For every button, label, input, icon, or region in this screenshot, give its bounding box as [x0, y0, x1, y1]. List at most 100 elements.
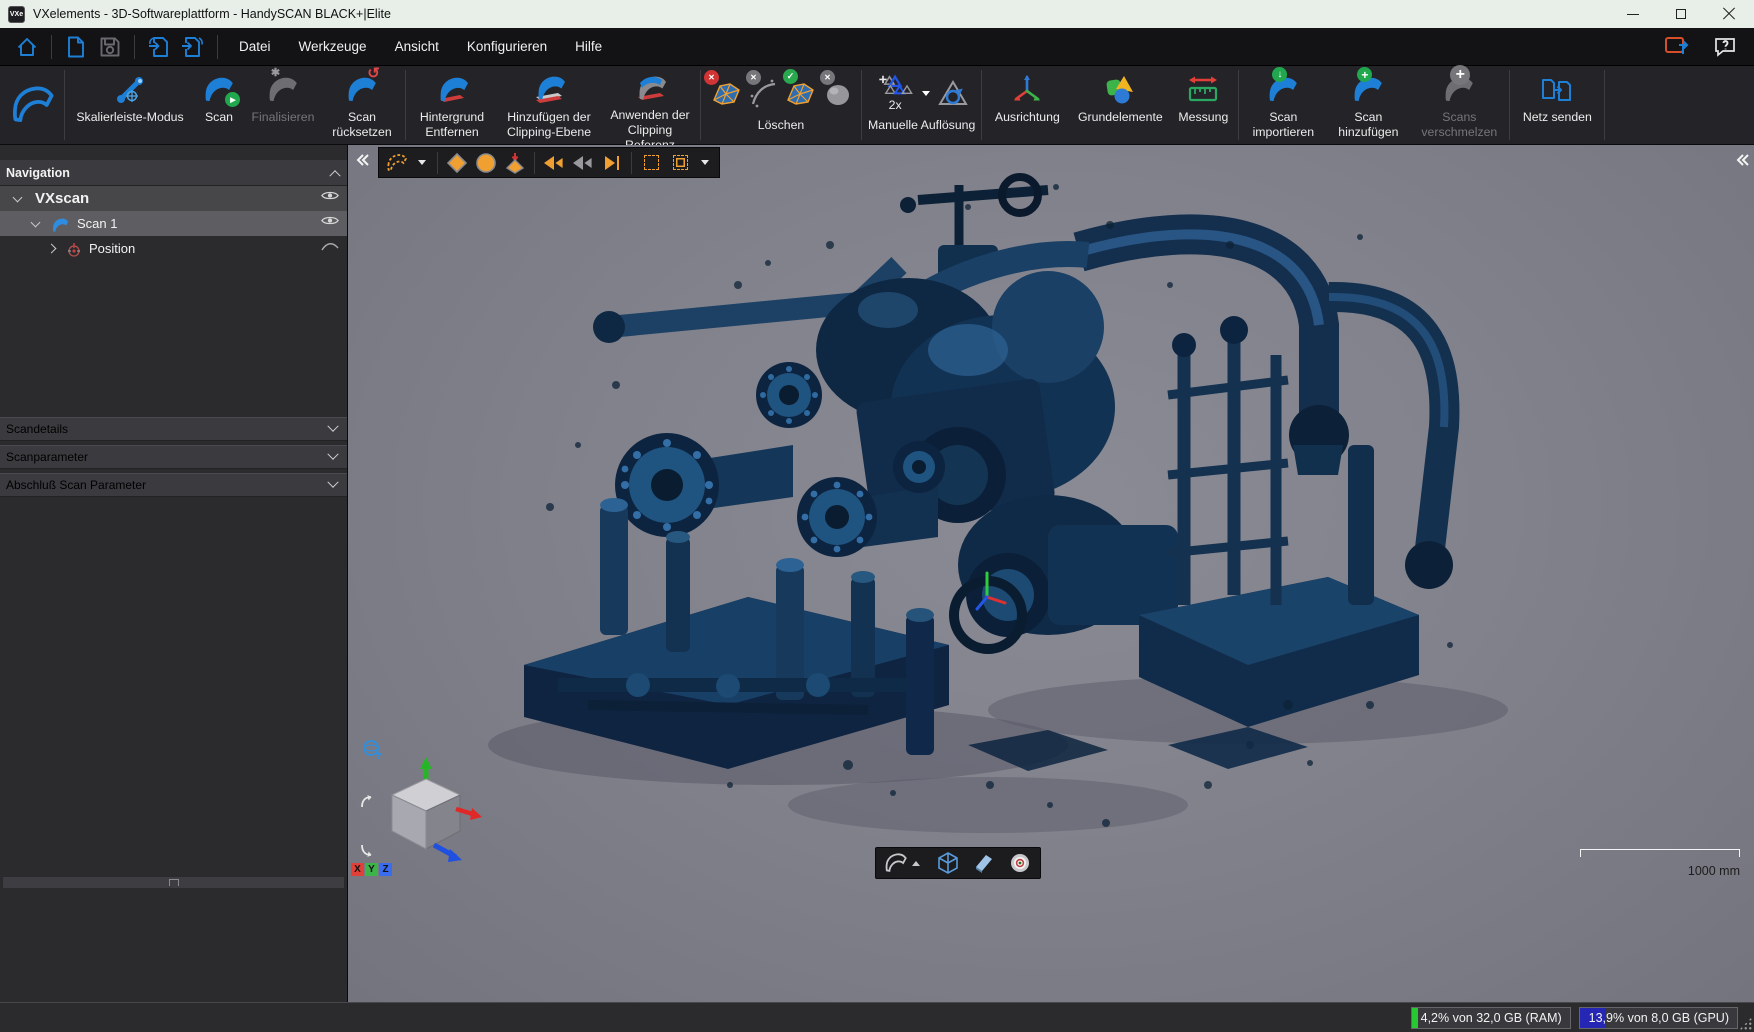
more-options-caret[interactable] — [701, 160, 709, 165]
rotate-cw-icon[interactable] — [358, 793, 376, 815]
step-back-alt-icon[interactable] — [571, 151, 595, 175]
tree-item-position[interactable]: Position — [0, 236, 347, 261]
bounding-box-icon[interactable] — [936, 851, 960, 875]
section-scandetails[interactable]: Scandetails — [0, 417, 347, 441]
apply-clipping-reference-icon — [632, 71, 668, 107]
rotation-center-help-icon[interactable]: ? — [362, 739, 382, 759]
resolution-value: 2x — [889, 98, 902, 113]
eye-icon[interactable] — [321, 190, 339, 201]
netz-senden-button[interactable]: Netz senden — [1512, 66, 1602, 144]
axis-y-label: Y — [365, 863, 378, 876]
section-abschluss-scan-parameter[interactable]: Abschluß Scan Parameter — [0, 473, 347, 497]
export-session-icon[interactable] — [180, 34, 206, 60]
divider — [861, 70, 862, 140]
position-target-icon — [66, 239, 82, 258]
scan-hinzufuegen-button[interactable]: Scan hinzufügen — [1325, 66, 1411, 144]
collapse-left-panel-icon[interactable] — [356, 153, 370, 167]
scan-ruecksetzen-button[interactable]: Scan rücksetzen — [321, 66, 403, 144]
scan-add-icon — [1351, 71, 1385, 109]
divider — [217, 35, 218, 59]
clipping-plane-display-icon[interactable] — [972, 851, 996, 875]
3d-viewport[interactable]: ? — [348, 145, 1754, 1002]
display-dropdown-caret[interactable] — [912, 861, 920, 866]
navigation-cube[interactable] — [376, 757, 484, 873]
chevron-down-icon[interactable] — [327, 421, 338, 432]
step-forward-icon[interactable] — [600, 151, 624, 175]
skalierleiste-modus-button[interactable]: Skalierleiste-Modus — [67, 66, 193, 144]
measurement-ruler-icon — [1185, 71, 1221, 109]
close-button[interactable] — [1722, 7, 1736, 21]
scan-model[interactable] — [348, 145, 1754, 1002]
eye-icon[interactable] — [321, 215, 339, 226]
horizontal-scrollbar[interactable] — [2, 876, 345, 889]
grundelemente-button[interactable]: Grundelemente — [1070, 66, 1170, 144]
navigation-header[interactable]: Navigation — [0, 160, 347, 186]
target-project-icon[interactable] — [503, 151, 527, 175]
scan-button[interactable]: Scan — [193, 66, 245, 144]
scan-mesh-display-icon[interactable] — [884, 851, 924, 875]
menu-werkzeuge[interactable]: Werkzeuge — [285, 28, 381, 65]
maximize-button[interactable] — [1674, 7, 1688, 21]
messung-button[interactable]: Messung — [1170, 66, 1236, 144]
section-scanparameter[interactable]: Scanparameter — [0, 445, 347, 469]
loeschen-group: Löschen — [703, 66, 859, 144]
divider — [134, 35, 135, 59]
chevron-down-icon[interactable] — [327, 449, 338, 460]
rotate-ccw-icon[interactable] — [358, 837, 376, 859]
clipping-referenz-button[interactable]: Anwenden der Clipping Referenz — [602, 66, 698, 144]
ausrichtung-button[interactable]: Ausrichtung — [984, 66, 1070, 144]
tree-item-scan1[interactable]: Scan 1 — [0, 211, 347, 236]
chevron-down-icon[interactable] — [327, 477, 338, 488]
window-title: VXelements - 3D-Softwareplattform - Hand… — [33, 7, 391, 21]
tree-item-vxscan[interactable]: VXscan — [0, 186, 347, 211]
menu-datei[interactable]: Datei — [225, 28, 285, 65]
titlebar[interactable]: VXe VXelements - 3D-Softwareplattform - … — [0, 0, 1754, 28]
menu-hilfe[interactable]: Hilfe — [561, 28, 616, 65]
surface-visibility-icon[interactable] — [385, 151, 409, 175]
ram-usage-label: 4,2% von 32,0 GB (RAM) — [1412, 1011, 1562, 1025]
hintergrund-entfernen-button[interactable]: Hintergrund Entfernen — [408, 66, 496, 144]
scans-merge-icon — [1442, 71, 1476, 109]
collapse-right-panel-icon[interactable] — [1736, 153, 1750, 167]
resolution-dropdown-caret[interactable] — [922, 91, 930, 96]
divider — [1604, 70, 1605, 140]
curve-icon[interactable] — [321, 240, 339, 252]
keep-mesh-selection-icon[interactable] — [781, 73, 818, 113]
send-mesh-icon — [1539, 71, 1575, 109]
delete-sphere-icon[interactable] — [818, 73, 855, 113]
visibility-dropdown-caret[interactable] — [418, 160, 426, 165]
retriangulate-icon[interactable] — [934, 73, 971, 113]
import-session-icon[interactable] — [146, 34, 172, 60]
new-document-icon[interactable] — [63, 34, 89, 60]
chevron-right-icon[interactable] — [47, 244, 57, 254]
scan-importieren-button[interactable]: Scan importieren — [1241, 66, 1325, 144]
delete-mesh-selection-icon[interactable] — [707, 73, 744, 113]
remove-background-icon — [434, 71, 470, 109]
scrollbar-grip[interactable] — [169, 879, 179, 886]
minimize-button[interactable] — [1626, 7, 1640, 21]
delete-curve-icon[interactable] — [744, 73, 781, 113]
clipping-ebene-button[interactable]: Hinzufügen der Clipping-Ebene — [496, 66, 602, 144]
collapse-up-icon[interactable] — [329, 170, 340, 181]
save-icon[interactable] — [97, 34, 123, 60]
divider — [631, 152, 632, 174]
screenshot-export-icon[interactable] — [1664, 34, 1690, 60]
frame-selection-icon[interactable] — [639, 151, 663, 175]
menu-konfigurieren[interactable]: Konfigurieren — [453, 28, 561, 65]
frame-all-icon[interactable] — [668, 151, 692, 175]
target-diamond-icon[interactable] — [445, 151, 469, 175]
loeschen-group-label: Löschen — [758, 118, 805, 132]
resolution-triangles-icon[interactable]: 2x — [872, 73, 918, 113]
step-back-icon[interactable] — [542, 151, 566, 175]
target-circle-icon[interactable] — [474, 151, 498, 175]
menu-ansicht[interactable]: Ansicht — [381, 28, 453, 65]
help-bubble-icon[interactable] — [1712, 34, 1738, 60]
gpu-usage-label: 13,9% von 8,0 GB (GPU) — [1580, 1011, 1729, 1025]
window-resize-grip[interactable] — [1739, 1017, 1752, 1030]
divider — [1238, 70, 1239, 140]
chevron-down-icon[interactable] — [13, 192, 23, 202]
divider — [437, 152, 438, 174]
home-icon[interactable] — [14, 34, 40, 60]
chevron-down-icon[interactable] — [31, 217, 41, 227]
camera-target-icon[interactable] — [1008, 851, 1032, 875]
